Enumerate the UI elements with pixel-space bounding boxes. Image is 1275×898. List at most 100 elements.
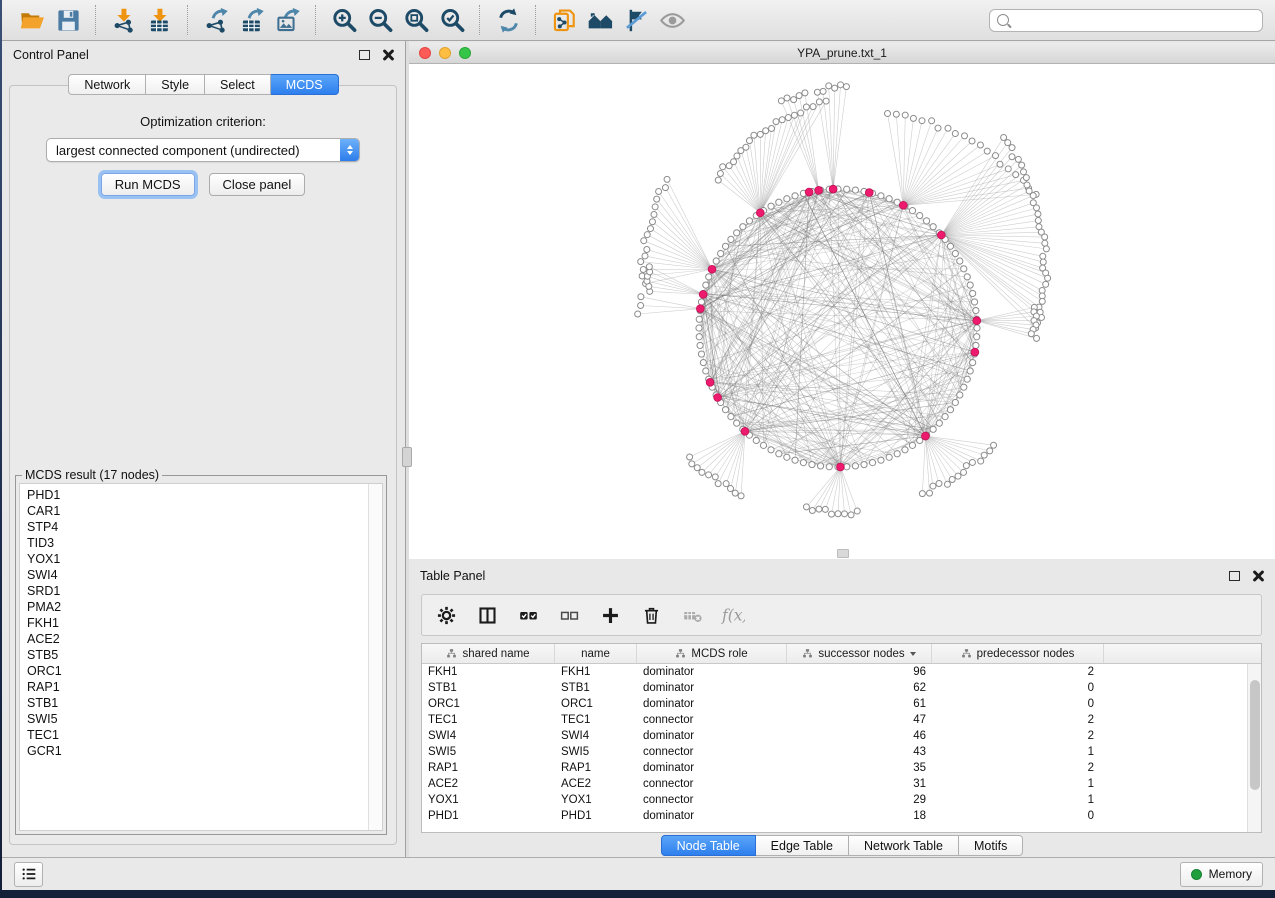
select-all-button[interactable] [515,602,541,628]
column-header-MCDS-role[interactable]: MCDS role [637,644,787,663]
cell-name: SWI4 [555,730,637,742]
mcds-result-item[interactable]: SRD1 [27,583,361,599]
tab-network[interactable]: Network [68,74,146,95]
import-network-button[interactable] [106,3,142,37]
column-header-shared-name[interactable]: shared name [422,644,555,663]
memory-button[interactable]: Memory [1180,862,1263,887]
vertical-splitter-handle[interactable] [402,447,412,467]
main-toolbar [2,0,1275,41]
close-panel-icon[interactable] [382,49,394,61]
close-panel-button[interactable]: Close panel [209,173,306,196]
float-table-panel-icon[interactable] [1229,571,1240,581]
mcds-result-item[interactable]: STB5 [27,647,361,663]
tab-motifs[interactable]: Motifs [959,835,1023,856]
mcds-result-item[interactable]: CAR1 [27,503,361,519]
run-mcds-button[interactable]: Run MCDS [101,173,195,196]
mcds-result-item[interactable]: FKH1 [27,615,361,631]
column-header-predecessor-nodes[interactable]: predecessor nodes [932,644,1104,663]
horizontal-splitter-handle[interactable] [837,549,849,558]
cell-name: STB1 [555,682,637,694]
mcds-result-item[interactable]: RAP1 [27,679,361,695]
mcds-result-item[interactable]: PHD1 [27,487,361,503]
refresh-icon [495,7,522,34]
cell-successors: 18 [787,810,932,822]
table-row[interactable]: FKH1FKH1dominator962 [422,664,1247,680]
node-table: shared namenameMCDS rolesuccessor nodesp… [421,643,1262,833]
table-row[interactable]: ORC1ORC1dominator610 [422,696,1247,712]
task-history-button[interactable] [14,862,43,887]
column-header-successor-nodes[interactable]: successor nodes [787,644,932,663]
cell-successors: 96 [787,666,932,678]
network-from-selection-button[interactable] [546,3,582,37]
add-column-icon [600,605,621,626]
network-canvas[interactable] [409,64,1275,559]
add-column-button[interactable] [597,602,623,628]
deselect-all-button[interactable] [556,602,582,628]
tab-node-table[interactable]: Node Table [661,835,756,856]
toolbar-icon-groups [14,3,690,37]
eye-button[interactable] [654,3,690,37]
mcds-list-scrollbar[interactable] [368,484,382,830]
tab-mcds[interactable]: MCDS [271,74,339,95]
mcds-result-list[interactable]: PHD1CAR1STP4TID3YOX1SWI4SRD1PMA2FKH1ACE2… [20,484,368,830]
delete-column-button[interactable] [638,602,664,628]
window-close-button[interactable] [419,47,431,59]
table-row[interactable]: TEC1TEC1connector472 [422,712,1247,728]
float-panel-icon[interactable] [359,50,370,60]
mcds-result-item[interactable]: SWI4 [27,567,361,583]
control-panel-title: Control Panel [13,48,89,62]
mcds-result-item[interactable]: TID3 [27,535,361,551]
export-network-button[interactable] [198,3,234,37]
mcds-result-item[interactable]: STB1 [27,695,361,711]
houses-button[interactable] [582,3,618,37]
zoom-out-button[interactable] [362,3,398,37]
export-table-button[interactable] [234,3,270,37]
table-row[interactable]: YOX1YOX1connector291 [422,792,1247,808]
mcds-result-item[interactable]: YOX1 [27,551,361,567]
window-maximize-button[interactable] [459,47,471,59]
refresh-button[interactable] [490,3,526,37]
mcds-result-item[interactable]: STP4 [27,519,361,535]
zoom-in-button[interactable] [326,3,362,37]
mcds-result-item[interactable]: ORC1 [27,663,361,679]
column-header-name[interactable]: name [555,644,637,663]
tab-edge-table[interactable]: Edge Table [756,835,849,856]
open-session-button[interactable] [14,3,50,37]
tab-network-table[interactable]: Network Table [849,835,959,856]
column-split-icon [477,605,498,626]
close-table-panel-icon[interactable] [1252,570,1264,582]
function-builder-button[interactable]: f(x) [720,602,746,628]
table-row[interactable]: STB1STB1dominator620 [422,680,1247,696]
table-row[interactable]: ACE2ACE2connector311 [422,776,1247,792]
cell-mcds_role: connector [637,778,787,790]
mcds-result-item[interactable]: ACE2 [27,631,361,647]
flag-slash-button[interactable] [618,3,654,37]
tab-style[interactable]: Style [146,74,205,95]
table-panel: Table Panel f(x) shared namenameMCDS rol… [409,562,1275,857]
export-image-button[interactable] [270,3,306,37]
table-row[interactable]: PHD1PHD1dominator180 [422,808,1247,824]
window-minimize-button[interactable] [439,47,451,59]
mcds-result-item[interactable]: GCR1 [27,743,361,759]
optimization-criterion-select[interactable]: largest connected component (undirected) [46,138,360,162]
mcds-result-item[interactable]: PMA2 [27,599,361,615]
table-row[interactable]: RAP1RAP1dominator352 [422,760,1247,776]
search-box[interactable] [989,9,1263,32]
zoom-fit-button[interactable] [398,3,434,37]
mcds-result-item[interactable]: TEC1 [27,727,361,743]
tab-select[interactable]: Select [205,74,271,95]
table-header-row: shared namenameMCDS rolesuccessor nodesp… [422,644,1261,664]
table-row[interactable]: SWI5SWI5connector431 [422,744,1247,760]
import-table-button[interactable] [142,3,178,37]
save-session-button[interactable] [50,3,86,37]
column-split-button[interactable] [474,602,500,628]
cell-mcds_role: connector [637,794,787,806]
zoom-selected-button[interactable] [434,3,470,37]
delete-table-button[interactable] [679,602,705,628]
table-scrollbar-thumb[interactable] [1250,680,1260,790]
mcds-result-item[interactable]: SWI5 [27,711,361,727]
table-scrollbar[interactable] [1247,664,1261,832]
gear-button[interactable] [433,602,459,628]
table-row[interactable]: SWI4SWI4dominator462 [422,728,1247,744]
search-input[interactable] [1014,12,1255,28]
